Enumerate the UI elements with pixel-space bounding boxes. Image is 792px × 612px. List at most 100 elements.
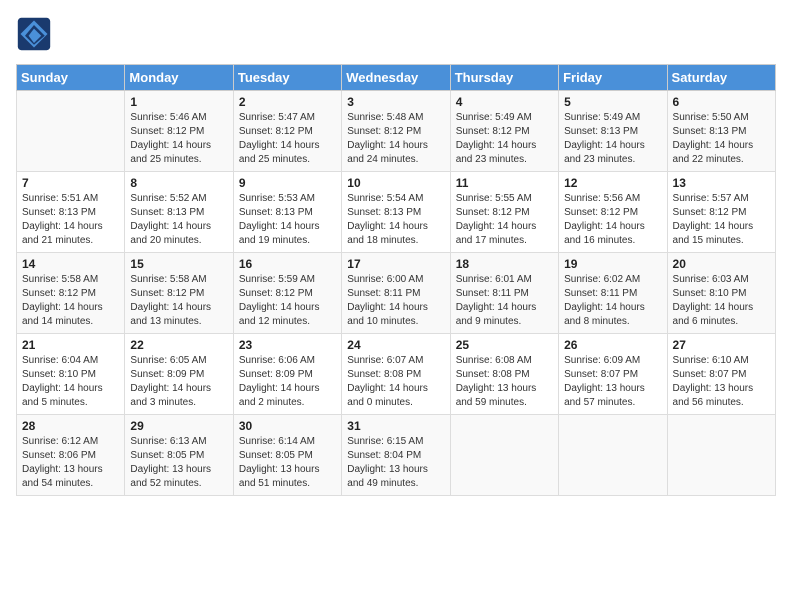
day-number: 31 xyxy=(347,419,444,433)
day-number: 10 xyxy=(347,176,444,190)
col-header-monday: Monday xyxy=(125,65,233,91)
day-info: Sunrise: 5:56 AM Sunset: 8:12 PM Dayligh… xyxy=(564,192,661,248)
day-number: 18 xyxy=(456,257,553,271)
day-number: 3 xyxy=(347,95,444,109)
day-info: Sunrise: 6:05 AM Sunset: 8:09 PM Dayligh… xyxy=(130,354,227,410)
col-header-friday: Friday xyxy=(559,65,667,91)
day-info: Sunrise: 6:12 AM Sunset: 8:06 PM Dayligh… xyxy=(22,435,119,491)
day-info: Sunrise: 5:57 AM Sunset: 8:12 PM Dayligh… xyxy=(673,192,770,248)
calendar-table: SundayMondayTuesdayWednesdayThursdayFrid… xyxy=(16,64,776,496)
day-number: 11 xyxy=(456,176,553,190)
calendar-cell: 6Sunrise: 5:50 AM Sunset: 8:13 PM Daylig… xyxy=(667,91,775,172)
day-number: 9 xyxy=(239,176,336,190)
col-header-saturday: Saturday xyxy=(667,65,775,91)
calendar-cell: 20 Sunrise: 6:03 AM Sunset: 8:10 PM Dayli… xyxy=(667,253,775,334)
week-row-2: 7 Sunrise: 5:51 AM Sunset: 8:13 PM Daylig… xyxy=(17,172,776,253)
day-info: Sunrise: 6:07 AM Sunset: 8:08 PM Dayligh… xyxy=(347,354,444,410)
calendar-cell: 14Sunrise: 5:58 AM Sunset: 8:12 PM Dayli… xyxy=(17,253,125,334)
day-number: 25 xyxy=(456,338,553,352)
calendar-cell: 11 Sunrise: 5:55 AM Sunset: 8:12 PM Dayli… xyxy=(450,172,558,253)
calendar-cell: 3 Sunrise: 5:48 AM Sunset: 8:12 PM Daylig… xyxy=(342,91,450,172)
day-info: Sunrise: 5:48 AM Sunset: 8:12 PM Dayligh… xyxy=(347,111,444,167)
logo xyxy=(16,16,56,52)
day-info: Sunrise: 5:49 AM Sunset: 8:12 PM Dayligh… xyxy=(456,111,553,167)
calendar-cell: 7 Sunrise: 5:51 AM Sunset: 8:13 PM Daylig… xyxy=(17,172,125,253)
day-number: 20 xyxy=(673,257,770,271)
day-info: Sunrise: 5:59 AM Sunset: 8:12 PM Dayligh… xyxy=(239,273,336,329)
day-info: Sunrise: 6:09 AM Sunset: 8:07 PM Dayligh… xyxy=(564,354,661,410)
day-info: Sunrise: 6:14 AM Sunset: 8:05 PM Dayligh… xyxy=(239,435,336,491)
day-number: 2 xyxy=(239,95,336,109)
day-info: Sunrise: 6:15 AM Sunset: 8:04 PM Dayligh… xyxy=(347,435,444,491)
calendar-cell: 16 Sunrise: 5:59 AM Sunset: 8:12 PM Dayli… xyxy=(233,253,341,334)
calendar-cell: 10 Sunrise: 5:54 AM Sunset: 8:13 PM Dayli… xyxy=(342,172,450,253)
day-info: Sunrise: 6:13 AM Sunset: 8:05 PM Dayligh… xyxy=(130,435,227,491)
day-number: 17 xyxy=(347,257,444,271)
calendar-cell: 1Sunrise: 5:46 AM Sunset: 8:12 PM Daylig… xyxy=(125,91,233,172)
day-info: Sunrise: 5:54 AM Sunset: 8:13 PM Dayligh… xyxy=(347,192,444,248)
day-number: 27 xyxy=(673,338,770,352)
day-info: Sunrise: 6:10 AM Sunset: 8:07 PM Dayligh… xyxy=(673,354,770,410)
calendar-cell xyxy=(667,415,775,496)
logo-icon xyxy=(16,16,52,52)
calendar-cell xyxy=(17,91,125,172)
day-number: 13 xyxy=(673,176,770,190)
calendar-cell: 9 Sunrise: 5:53 AM Sunset: 8:13 PM Daylig… xyxy=(233,172,341,253)
col-header-sunday: Sunday xyxy=(17,65,125,91)
day-number: 23 xyxy=(239,338,336,352)
day-info: Sunrise: 6:08 AM Sunset: 8:08 PM Dayligh… xyxy=(456,354,553,410)
day-info: Sunrise: 5:58 AM Sunset: 8:12 PM Dayligh… xyxy=(130,273,227,329)
day-info: Sunrise: 6:06 AM Sunset: 8:09 PM Dayligh… xyxy=(239,354,336,410)
week-row-1: 1Sunrise: 5:46 AM Sunset: 8:12 PM Daylig… xyxy=(17,91,776,172)
day-info: Sunrise: 5:49 AM Sunset: 8:13 PM Dayligh… xyxy=(564,111,661,167)
day-number: 30 xyxy=(239,419,336,433)
day-number: 6 xyxy=(673,95,770,109)
calendar-cell xyxy=(450,415,558,496)
day-info: Sunrise: 6:02 AM Sunset: 8:11 PM Dayligh… xyxy=(564,273,661,329)
day-number: 8 xyxy=(130,176,227,190)
calendar-cell: 23 Sunrise: 6:06 AM Sunset: 8:09 PM Dayli… xyxy=(233,334,341,415)
day-info: Sunrise: 5:53 AM Sunset: 8:13 PM Dayligh… xyxy=(239,192,336,248)
calendar-cell: 22Sunrise: 6:05 AM Sunset: 8:09 PM Dayli… xyxy=(125,334,233,415)
day-number: 24 xyxy=(347,338,444,352)
day-info: Sunrise: 6:01 AM Sunset: 8:11 PM Dayligh… xyxy=(456,273,553,329)
day-number: 14 xyxy=(22,257,119,271)
day-info: Sunrise: 5:52 AM Sunset: 8:13 PM Dayligh… xyxy=(130,192,227,248)
day-info: Sunrise: 5:55 AM Sunset: 8:12 PM Dayligh… xyxy=(456,192,553,248)
col-header-wednesday: Wednesday xyxy=(342,65,450,91)
day-number: 1 xyxy=(130,95,227,109)
day-info: Sunrise: 5:51 AM Sunset: 8:13 PM Dayligh… xyxy=(22,192,119,248)
calendar-cell: 21 Sunrise: 6:04 AM Sunset: 8:10 PM Dayli… xyxy=(17,334,125,415)
day-info: Sunrise: 6:00 AM Sunset: 8:11 PM Dayligh… xyxy=(347,273,444,329)
day-number: 4 xyxy=(456,95,553,109)
calendar-cell: 27 Sunrise: 6:10 AM Sunset: 8:07 PM Dayli… xyxy=(667,334,775,415)
calendar-cell: 29 Sunrise: 6:13 AM Sunset: 8:05 PM Dayli… xyxy=(125,415,233,496)
day-number: 16 xyxy=(239,257,336,271)
calendar-cell: 26Sunrise: 6:09 AM Sunset: 8:07 PM Dayli… xyxy=(559,334,667,415)
col-header-tuesday: Tuesday xyxy=(233,65,341,91)
day-number: 28 xyxy=(22,419,119,433)
calendar-cell: 2 Sunrise: 5:47 AM Sunset: 8:12 PM Daylig… xyxy=(233,91,341,172)
day-number: 15 xyxy=(130,257,227,271)
calendar-cell: 15 Sunrise: 5:58 AM Sunset: 8:12 PM Dayli… xyxy=(125,253,233,334)
calendar-cell: 17 Sunrise: 6:00 AM Sunset: 8:11 PM Dayli… xyxy=(342,253,450,334)
day-number: 29 xyxy=(130,419,227,433)
page-header xyxy=(16,16,776,52)
calendar-cell: 28 Sunrise: 6:12 AM Sunset: 8:06 PM Dayli… xyxy=(17,415,125,496)
day-info: Sunrise: 6:04 AM Sunset: 8:10 PM Dayligh… xyxy=(22,354,119,410)
calendar-cell: 19 Sunrise: 6:02 AM Sunset: 8:11 PM Dayli… xyxy=(559,253,667,334)
day-info: Sunrise: 6:03 AM Sunset: 8:10 PM Dayligh… xyxy=(673,273,770,329)
calendar-cell: 31 Sunrise: 6:15 AM Sunset: 8:04 PM Dayli… xyxy=(342,415,450,496)
col-header-thursday: Thursday xyxy=(450,65,558,91)
day-number: 19 xyxy=(564,257,661,271)
calendar-cell: 13 Sunrise: 5:57 AM Sunset: 8:12 PM Dayli… xyxy=(667,172,775,253)
week-row-5: 28 Sunrise: 6:12 AM Sunset: 8:06 PM Dayli… xyxy=(17,415,776,496)
day-number: 21 xyxy=(22,338,119,352)
week-row-4: 21 Sunrise: 6:04 AM Sunset: 8:10 PM Dayli… xyxy=(17,334,776,415)
day-info: Sunrise: 5:47 AM Sunset: 8:12 PM Dayligh… xyxy=(239,111,336,167)
calendar-cell: 25 Sunrise: 6:08 AM Sunset: 8:08 PM Dayli… xyxy=(450,334,558,415)
calendar-cell: 18 Sunrise: 6:01 AM Sunset: 8:11 PM Dayli… xyxy=(450,253,558,334)
day-number: 12 xyxy=(564,176,661,190)
calendar-cell: 4 Sunrise: 5:49 AM Sunset: 8:12 PM Daylig… xyxy=(450,91,558,172)
day-number: 7 xyxy=(22,176,119,190)
